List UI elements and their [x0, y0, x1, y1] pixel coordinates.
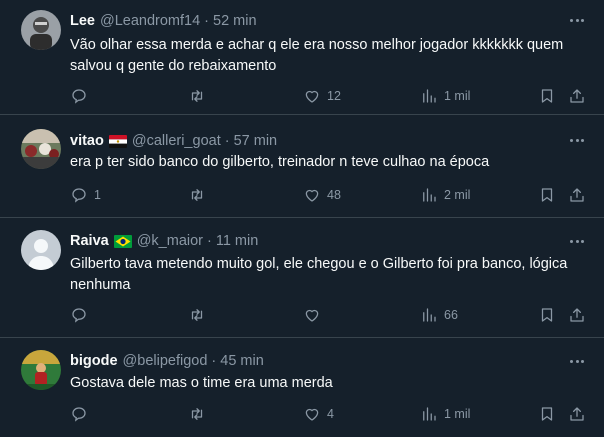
tweet-text: Gostava dele mas o time era uma merda	[70, 375, 333, 391]
more-options-icon[interactable]	[568, 231, 586, 251]
more-options-icon[interactable]	[568, 351, 586, 371]
like-button[interactable]: 4	[303, 403, 334, 425]
action-bar: 66	[0, 304, 604, 326]
like-count: 48	[327, 188, 341, 202]
author-name[interactable]: Lee	[70, 13, 95, 29]
bookmark-icon	[541, 188, 553, 202]
retweet-icon	[191, 90, 203, 102]
retweet-button[interactable]	[188, 403, 212, 425]
reply-icon	[72, 308, 86, 323]
avatar[interactable]	[21, 230, 61, 270]
reply-button[interactable]	[70, 403, 94, 425]
tweet[interactable]: Lee @Leandromf14 · 52 min Vão olhar essa…	[0, 0, 604, 115]
action-bar: 1 48 2 mil	[0, 184, 604, 206]
more-options-icon[interactable]	[568, 10, 586, 30]
tweet-header: vitao @calleri_goat · 57 min	[70, 132, 277, 150]
tweet-header: Lee @Leandromf14 · 52 min	[70, 12, 257, 30]
share-icon	[570, 188, 584, 202]
retweet-icon	[191, 189, 203, 201]
author-name[interactable]: Raiva	[70, 233, 109, 249]
more-options-icon[interactable]	[568, 130, 586, 150]
bookmark-button[interactable]	[538, 304, 556, 326]
avatar[interactable]	[21, 129, 61, 169]
views-button[interactable]: 1 mil	[420, 85, 470, 107]
share-button[interactable]	[568, 403, 586, 425]
author-name[interactable]: bigode	[70, 353, 118, 369]
views-button[interactable]: 1 mil	[420, 403, 470, 425]
author-name[interactable]: vitao	[70, 133, 104, 149]
avatar[interactable]	[21, 350, 61, 390]
bookmark-icon	[541, 308, 553, 322]
author-handle[interactable]: @calleri_goat	[132, 133, 221, 149]
view-count: 1 mil	[444, 407, 471, 421]
views-button[interactable]: 2 mil	[420, 184, 470, 206]
brazil-flag-icon	[113, 234, 132, 248]
separator-dot: ·	[211, 353, 217, 369]
tweet[interactable]: vitao @calleri_goat · 57 min era p ter s…	[0, 115, 604, 218]
retweet-icon	[191, 309, 203, 321]
heart-icon	[305, 309, 319, 322]
share-icon	[570, 308, 584, 322]
views-chart-icon	[423, 89, 436, 103]
view-count: 2 mil	[444, 188, 471, 202]
timestamp[interactable]: 45 min	[220, 353, 264, 369]
tweet-header: bigode @belipefigod · 45 min	[70, 352, 264, 370]
tweet-text: Vão olhar essa merda e achar q ele era n…	[70, 37, 564, 74]
reply-button[interactable]	[70, 304, 94, 326]
tweet[interactable]: Raiva @k_maior · 11 min Gilberto tava me…	[0, 218, 604, 338]
retweet-button[interactable]	[188, 184, 212, 206]
retweet-button[interactable]	[188, 304, 212, 326]
view-count: 1 mil	[444, 89, 471, 103]
tweet-text: Gilberto tava metendo muito gol, ele che…	[70, 256, 568, 293]
timestamp[interactable]: 52 min	[213, 13, 257, 29]
heart-icon	[305, 408, 319, 421]
author-handle[interactable]: @Leandromf14	[100, 13, 200, 29]
separator-dot: ·	[224, 133, 230, 149]
reply-icon	[72, 407, 86, 422]
bookmark-icon	[541, 89, 553, 103]
views-chart-icon	[423, 308, 436, 322]
avatar[interactable]	[21, 10, 61, 50]
heart-icon	[305, 90, 319, 103]
like-count: 4	[327, 407, 334, 421]
bookmark-button[interactable]	[538, 184, 556, 206]
like-button[interactable]	[303, 304, 327, 326]
tweet-feed: Lee @Leandromf14 · 52 min Vão olhar essa…	[0, 0, 604, 437]
reply-icon	[72, 89, 86, 104]
author-handle[interactable]: @belipefigod	[123, 353, 208, 369]
views-chart-icon	[423, 407, 436, 421]
separator-dot: ·	[204, 13, 210, 29]
share-button[interactable]	[568, 85, 586, 107]
share-button[interactable]	[568, 304, 586, 326]
timestamp[interactable]: 57 min	[234, 133, 278, 149]
tweet-header: Raiva @k_maior · 11 min	[70, 232, 258, 250]
views-button[interactable]: 66	[420, 304, 458, 326]
action-bar: 12 1 mil	[0, 85, 604, 107]
tweet-text: era p ter sido banco do gilberto, treina…	[70, 154, 490, 170]
like-count: 12	[327, 89, 341, 103]
retweet-icon	[191, 408, 203, 420]
share-icon	[570, 407, 584, 421]
bookmark-button[interactable]	[538, 85, 556, 107]
timestamp[interactable]: 11 min	[216, 233, 258, 249]
egypt-flag-icon	[108, 134, 127, 148]
tweet[interactable]: bigode @belipefigod · 45 min Gostava del…	[0, 338, 604, 437]
views-chart-icon	[423, 188, 436, 202]
view-count: 66	[444, 308, 458, 322]
reply-button[interactable]: 1	[70, 184, 101, 206]
bookmark-icon	[541, 407, 553, 421]
author-handle[interactable]: @k_maior	[137, 233, 203, 249]
reply-count: 1	[94, 188, 101, 202]
retweet-button[interactable]	[188, 85, 212, 107]
like-button[interactable]: 12	[303, 85, 341, 107]
share-icon	[570, 89, 584, 103]
bookmark-button[interactable]	[538, 403, 556, 425]
share-button[interactable]	[568, 184, 586, 206]
reply-icon	[72, 188, 86, 203]
separator-dot: ·	[207, 233, 212, 249]
heart-icon	[305, 189, 319, 202]
reply-button[interactable]	[70, 85, 94, 107]
action-bar: 4 1 mil	[0, 403, 604, 425]
like-button[interactable]: 48	[303, 184, 341, 206]
